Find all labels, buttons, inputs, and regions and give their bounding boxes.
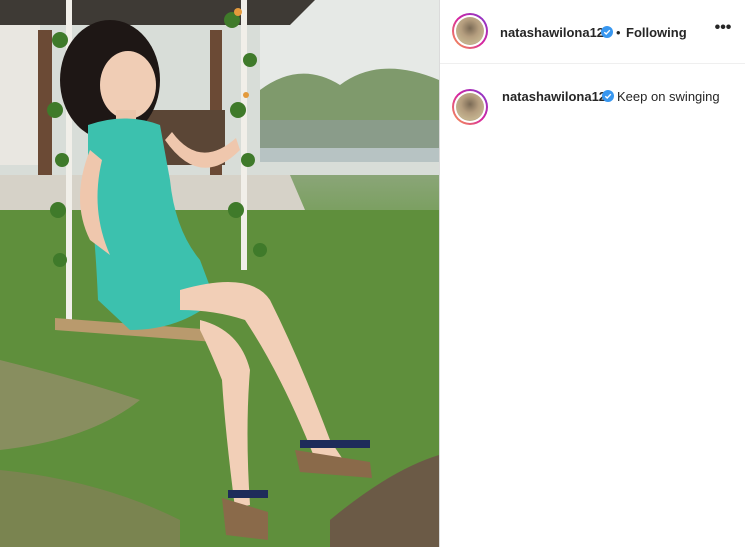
post-photo[interactable] (0, 0, 439, 547)
caption-verified-badge-icon (602, 90, 614, 102)
more-options-icon[interactable]: ••• (713, 18, 733, 38)
caption-avatar[interactable] (452, 89, 488, 125)
separator-dot: • (616, 25, 621, 40)
verified-badge-icon (601, 26, 613, 38)
following-button[interactable]: Following (626, 25, 687, 40)
avatar[interactable] (452, 13, 488, 49)
post-header: natashawilona12 • Following ••• (440, 0, 745, 64)
caption-text: Keep on swinging (617, 89, 720, 104)
caption-username-link[interactable]: natashawilona12 (502, 89, 606, 104)
username-link[interactable]: natashawilona12 (500, 25, 604, 40)
post-side-panel: natashawilona12 • Following ••• natashaw… (440, 0, 745, 547)
post-photo-illustration (0, 0, 439, 547)
